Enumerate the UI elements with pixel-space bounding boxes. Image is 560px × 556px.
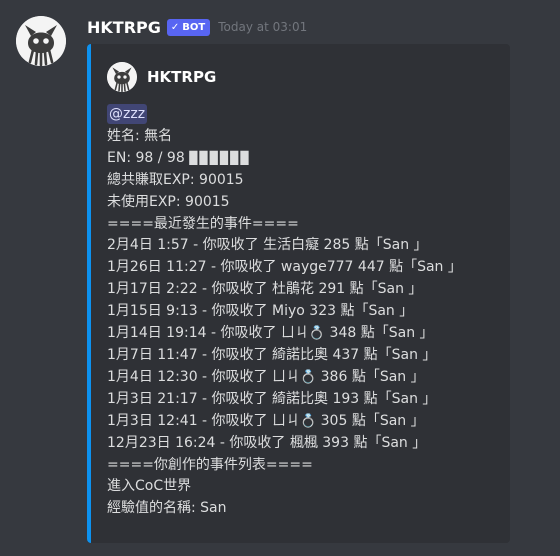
embed-card: HKTRPG @zzz 姓名: 無名 EN: 98 / 98 ▉▉▉▉▉▉ 總共… (87, 44, 510, 543)
event-text: 305 點「San 」 (316, 412, 425, 429)
ring-icon: 💍 (300, 413, 317, 429)
user-mention[interactable]: @zzz (107, 104, 148, 124)
event-text: 1月7日 11:47 - 你吸收了 綺諾比奧 437 點「San 」 (107, 346, 437, 363)
event-text: 1月3日 21:17 - 你吸收了 綺諾比奧 193 點「San 」 (107, 390, 437, 407)
event-line: 1月3日 12:41 - 你吸收了 ㄩㄐ💍 305 點「San 」 (107, 411, 503, 433)
event-text: 1月3日 12:41 - 你吸收了 ㄩㄐ (107, 412, 301, 429)
event-text: 1月17日 2:22 - 你吸收了 杜鵑花 291 點「San 」 (107, 281, 423, 298)
bot-badge-label: BOT (182, 21, 206, 33)
message-timestamp[interactable]: Today at 03:01 (218, 20, 307, 34)
embed-author: HKTRPG (107, 62, 216, 92)
en-value: EN: 98 / 98 (107, 149, 185, 166)
event-text: 386 點「San 」 (316, 368, 425, 385)
event-text: 2月4日 1:57 - 你吸收了 生活白癡 285 點「San 」 (107, 237, 428, 254)
total-exp-line: 總共賺取EXP: 90015 (107, 171, 244, 188)
en-bar: ▉▉▉▉▉▉ (189, 150, 251, 165)
recent-events-header: ====最近發生的事件==== (107, 215, 299, 232)
event-text: 1月14日 19:14 - 你吸收了 ㄩㄐ (107, 325, 309, 342)
exp-name-line: 經驗值的名稱: San (107, 500, 227, 517)
event-text: 348 點「San 」 (325, 325, 434, 342)
event-line: 12月23日 16:24 - 你吸收了 楓楓 393 點「San 」 (107, 433, 503, 455)
event-line: 1月15日 9:13 - 你吸收了 Miyo 323 點「San 」 (107, 301, 503, 323)
message-header: HKTRPG ✓ BOT Today at 03:01 (87, 14, 307, 40)
event-text: 1月26日 11:27 - 你吸收了 wayge777 447 點「San 」 (107, 259, 462, 276)
event-text: 1月4日 12:30 - 你吸收了 ㄩㄐ (107, 368, 301, 385)
name-line: 姓名: 無名 (107, 127, 173, 144)
event-line: 2月4日 1:57 - 你吸收了 生活白癡 285 點「San 」 (107, 235, 503, 257)
event-line: 1月14日 19:14 - 你吸收了 ㄩㄐ💍 348 點「San 」 (107, 323, 503, 345)
bot-avatar[interactable] (16, 16, 66, 66)
embed-author-name: HKTRPG (147, 68, 217, 86)
cthulhu-avatar-icon (107, 62, 137, 92)
event-text: 12月23日 16:24 - 你吸收了 楓楓 393 點「San 」 (107, 434, 427, 451)
en-line: EN: 98 / 98 ▉▉▉▉▉▉ (107, 148, 503, 170)
chat-message: HKTRPG ✓ BOT Today at 03:01 HKTRPG @zzz … (0, 0, 560, 556)
event-line: 1月7日 11:47 - 你吸收了 綺諾比奧 437 點「San 」 (107, 345, 503, 367)
event-line: 1月4日 12:30 - 你吸收了 ㄩㄐ💍 386 點「San 」 (107, 367, 503, 389)
verified-check-icon: ✓ (170, 21, 180, 33)
event-line: 1月3日 21:17 - 你吸收了 綺諾比奧 193 點「San 」 (107, 389, 503, 411)
bot-badge: ✓ BOT (166, 18, 211, 36)
event-text: 1月15日 9:13 - 你吸收了 Miyo 323 點「San 」 (107, 303, 414, 320)
event-line: 1月26日 11:27 - 你吸收了 wayge777 447 點「San 」 (107, 257, 503, 279)
ring-icon: 💍 (308, 326, 326, 342)
event-line: 1月17日 2:22 - 你吸收了 杜鵑花 291 點「San 」 (107, 279, 503, 301)
username[interactable]: HKTRPG (87, 18, 161, 37)
ring-icon: 💍 (300, 369, 317, 385)
cthulhu-avatar-icon (16, 16, 66, 66)
world-line: 進入CoC世界 (107, 478, 192, 495)
embed-author-avatar (107, 62, 137, 92)
unused-exp-line: 未使用EXP: 90015 (107, 193, 230, 210)
mention-line: @zzz (107, 104, 503, 126)
embed-description: @zzz 姓名: 無名 EN: 98 / 98 ▉▉▉▉▉▉ 總共賺取EXP: … (107, 104, 503, 520)
created-events-header: ====你創作的事件列表==== (107, 456, 313, 473)
